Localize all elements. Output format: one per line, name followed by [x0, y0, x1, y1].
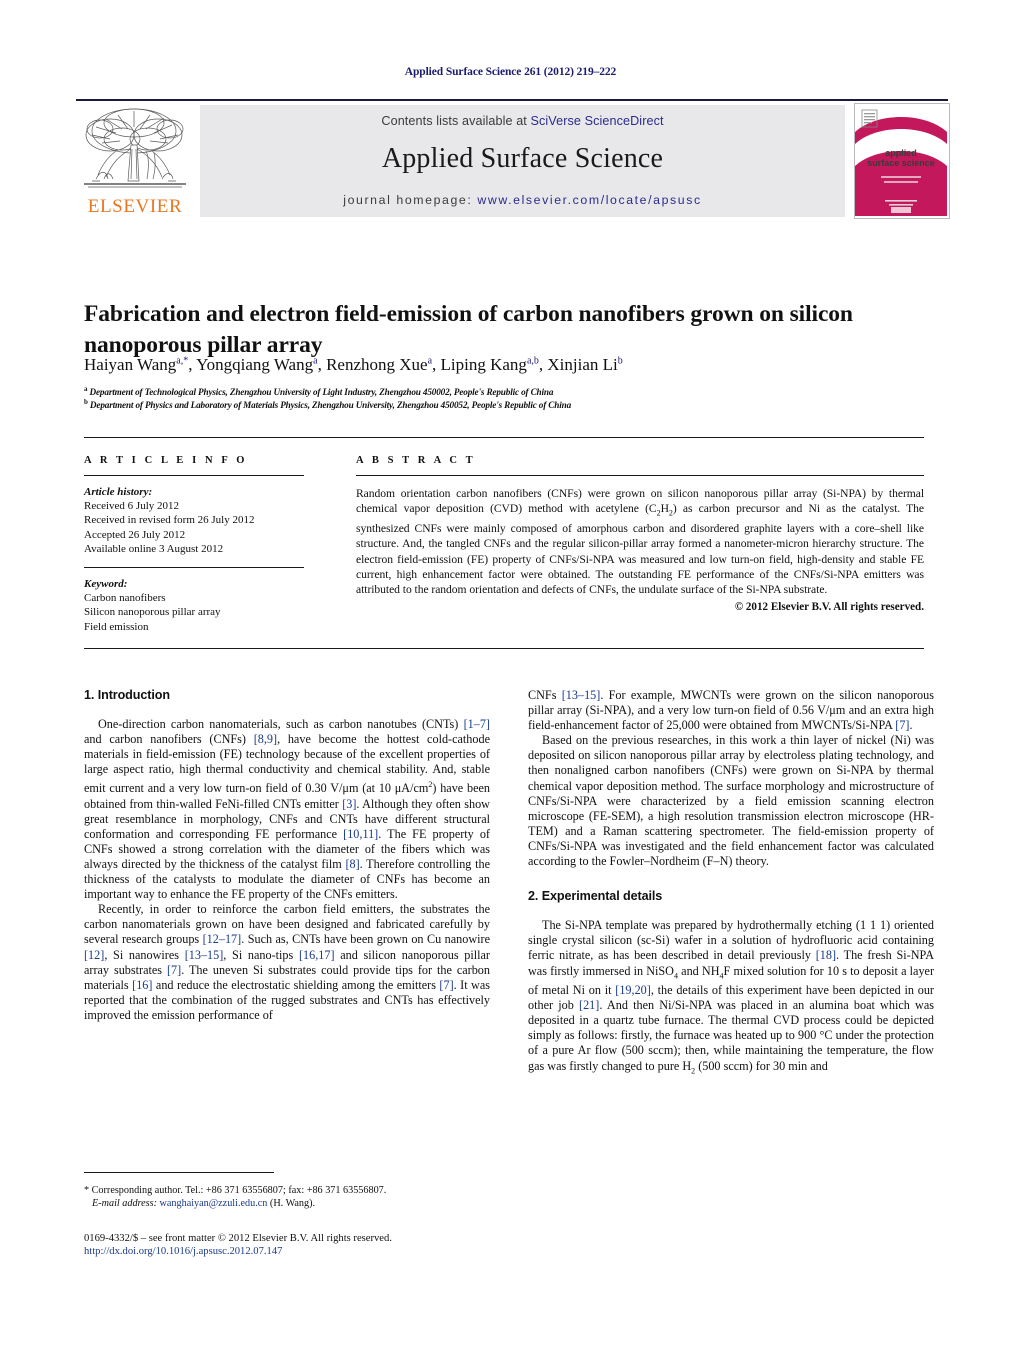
history-item: Received 6 July 2012	[84, 500, 180, 513]
affiliation-b-text: Department of Physics and Laboratory of …	[89, 400, 572, 411]
doi-link[interactable]: http://dx.doi.org/10.1016/j.apsusc.2012.…	[84, 1246, 524, 1257]
body-column-left: 1. Introduction One-direction carbon nan…	[84, 688, 490, 1023]
paragraph-intro-2: Recently, in order to reinforce the carb…	[84, 902, 491, 1022]
article-history-label: Article history:	[84, 486, 153, 498]
svg-text:applied: applied	[885, 148, 917, 158]
keyword-item: Carbon nanofibers	[84, 592, 166, 605]
affiliation-a: a Department of Technological Physics, Z…	[84, 385, 554, 398]
affiliation-a-text: Department of Technological Physics, Zhe…	[89, 387, 554, 398]
copyright-line: © 2012 Elsevier B.V. All rights reserved…	[734, 601, 924, 614]
keyword-item: Silicon nanoporous pillar array	[84, 606, 221, 619]
abstract-heading: A B S T R A C T	[356, 455, 476, 466]
email-link[interactable]: wanghaiyan@zzuli.edu.cn	[160, 1198, 268, 1209]
email-label: E-mail address:	[92, 1198, 157, 1209]
email-suffix: (H. Wang).	[269, 1198, 316, 1209]
abstract-text: Random orientation carbon nanofibers (CN…	[356, 487, 924, 597]
page-title: Fabrication and electron field-emission …	[84, 300, 853, 358]
svg-text:surface science: surface science	[867, 158, 935, 168]
journal-cover-art: applied surface science	[855, 104, 947, 216]
keywords-label: Keyword:	[84, 578, 128, 591]
footnote-rule	[84, 1172, 274, 1173]
author-list: Haiyan Wanga,*, Yongqiang Wanga, Renzhon…	[84, 355, 623, 374]
journal-cover-thumbnail: applied surface science	[854, 103, 950, 219]
history-item: Accepted 26 July 2012	[84, 528, 186, 541]
masthead-band: Contents lists available at SciVerse Sci…	[200, 105, 845, 217]
section-heading-experimental: 2. Experimental details	[528, 889, 663, 904]
article-history: Article history: Received 6 July 2012 Re…	[84, 485, 304, 556]
abstract-rule	[356, 475, 924, 476]
affiliation-b: b Department of Physics and Laboratory o…	[84, 398, 572, 411]
running-head: Applied Surface Science 261 (2012) 219–2…	[404, 66, 617, 78]
paper-page: Applied Surface Science 261 (2012) 219–2…	[0, 0, 1021, 1351]
section-heading-introduction: 1. Introduction	[84, 688, 170, 702]
journal-homepage-link[interactable]: www.elsevier.com/locate/apsusc	[477, 193, 701, 207]
paragraph-intro-1: One-direction carbon nanomaterials, such…	[84, 717, 490, 902]
homepage-prefix: journal homepage:	[343, 193, 478, 207]
keyword-item: Field emission	[84, 620, 149, 633]
issn-line: 0169-4332/$ – see front matter © 2012 El…	[84, 1233, 392, 1244]
corresponding-author-note: * Corresponding author. Tel.: +86 371 63…	[84, 1184, 494, 1210]
contents-prefix: Contents lists available at	[381, 114, 531, 128]
contents-line: Contents lists available at SciVerse Sci…	[200, 114, 845, 128]
paragraph-intro-3: Based on the previous researches, in thi…	[528, 733, 934, 869]
journal-title: Applied Surface Science	[381, 143, 664, 174]
elsevier-logo: ELSEVIER	[76, 105, 194, 217]
divider-top	[84, 437, 924, 438]
sciencedirect-link[interactable]: SciVerse ScienceDirect	[531, 114, 664, 128]
journal-masthead: ELSEVIER Contents lists available at Sci…	[76, 99, 950, 219]
paragraph-experimental-1: The Si-NPA template was prepared by hydr…	[528, 918, 935, 1075]
elsevier-wordmark: ELSEVIER	[87, 196, 183, 217]
keywords-block: Keyword: Carbon nanofibers Silicon nanop…	[84, 577, 304, 634]
divider-bottom	[84, 648, 924, 649]
paragraph-intro-2-cont: CNFs [13–15]. For example, MWCNTs were g…	[528, 688, 934, 733]
history-item: Available online 3 August 2012	[84, 542, 224, 555]
elsevier-tree-icon	[84, 108, 186, 188]
homepage-line: journal homepage: www.elsevier.com/locat…	[200, 193, 845, 207]
article-info-heading: A R T I C L E I N F O	[84, 455, 248, 466]
history-item: Received in revised form 26 July 2012	[84, 514, 255, 527]
body-column-right: CNFs [13–15]. For example, MWCNTs were g…	[528, 688, 934, 1078]
keywords-rule	[84, 567, 304, 569]
article-info-rule	[84, 475, 304, 476]
article-info-block: A R T I C L E I N F O Article history: R…	[84, 455, 304, 634]
abstract-block: A B S T R A C T Random orientation carbo…	[356, 455, 924, 613]
corresponding-author-text: * Corresponding author. Tel.: +86 371 63…	[84, 1185, 387, 1196]
